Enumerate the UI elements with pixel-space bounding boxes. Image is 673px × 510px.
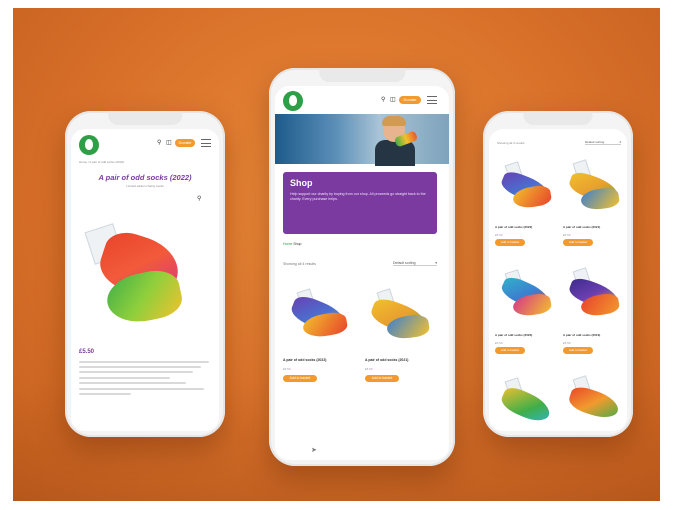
shop-screen: ⚲ ◫ Donate Shop Help support our charity… (275, 86, 449, 460)
product-card[interactable]: A pair of odd socks (2021) £5.50 Add to … (563, 157, 627, 257)
sock-red (566, 383, 622, 423)
product-price: £5.50 (283, 367, 291, 371)
product-name[interactable]: A pair of odd socks (2021) (365, 358, 408, 362)
product-image[interactable] (563, 265, 627, 327)
menu-icon[interactable] (201, 139, 211, 147)
product-price: £5.50 (563, 233, 571, 237)
phone-notch (523, 111, 593, 125)
add-to-basket-button[interactable]: Add to basket (563, 239, 593, 246)
product-card[interactable] (495, 373, 559, 431)
product-image[interactable] (365, 288, 437, 348)
product-price: £5.50 (365, 367, 373, 371)
product-screen: ⚲ ◫ Donate Home / A pair of odd socks (2… (71, 129, 219, 431)
breadcrumb-home[interactable]: Home (283, 242, 292, 246)
sort-select-value: Default sorting (585, 140, 605, 144)
phone-shop-grid: Showing all 4 results Default sorting ▾ … (483, 111, 633, 437)
add-to-basket-button[interactable]: Add to basket (495, 347, 525, 354)
breadcrumb: Home Shop (283, 242, 302, 246)
search-icon[interactable]: ⚲ (381, 96, 385, 103)
site-header: ⚲ ◫ Donate (71, 129, 219, 157)
chevron-down-icon: ▾ (619, 140, 621, 144)
product-card[interactable]: A pair of odd socks (2022) £5.50 Add to … (283, 282, 355, 402)
basket-icon[interactable]: ◫ (166, 139, 172, 146)
hero-banner (275, 114, 449, 166)
logo-icon[interactable] (79, 135, 99, 155)
product-image[interactable] (563, 373, 627, 431)
product-card[interactable]: A pair of odd socks (2021) £5.50 Add to … (365, 282, 437, 402)
product-price: £5.50 (563, 341, 571, 345)
product-image[interactable] (495, 265, 559, 327)
logo-icon[interactable] (283, 91, 303, 111)
product-subtitle: Limited edition charity socks (126, 184, 164, 188)
shop-intro-box: Shop Help support our charity by buying … (283, 172, 437, 234)
product-description (79, 361, 209, 398)
product-image[interactable] (495, 157, 559, 219)
search-icon[interactable]: ⚲ (157, 139, 161, 146)
results-count: Showing all 4 results (283, 262, 316, 266)
sort-select[interactable]: Default sorting ▾ (393, 261, 437, 266)
breadcrumb[interactable]: Home / A pair of odd socks (2022) (79, 160, 124, 164)
banner-child-body (375, 140, 415, 166)
menu-icon[interactable] (427, 96, 437, 104)
shop-description: Help support our charity by buying from … (290, 192, 426, 202)
product-card[interactable]: A pair of odd socks (2019) £5.50 Add to … (563, 265, 627, 365)
zoom-icon[interactable]: ⚲ (197, 195, 201, 202)
product-name[interactable]: A pair of odd socks (2022) (495, 225, 532, 229)
site-header: ⚲ ◫ Donate (275, 86, 449, 114)
product-image[interactable] (283, 288, 355, 348)
product-price: £5.50 (495, 341, 503, 345)
sock-yellow (498, 383, 554, 427)
donate-button[interactable]: Donate (399, 96, 421, 104)
product-name[interactable]: A pair of odd socks (2020) (495, 333, 532, 337)
donate-button[interactable]: Donate (175, 139, 195, 147)
product-name[interactable]: A pair of odd socks (2021) (563, 225, 600, 229)
chevron-down-icon: ▾ (435, 261, 437, 265)
breadcrumb-current: Shop (293, 242, 302, 246)
add-to-basket-button[interactable]: Add to basket (495, 239, 525, 246)
sort-select-value: Default sorting (393, 261, 416, 265)
grid-screen: Showing all 4 results Default sorting ▾ … (489, 129, 627, 431)
product-card[interactable]: A pair of odd socks (2022) £5.50 Add to … (495, 157, 559, 257)
results-count: Showing all 4 results (497, 141, 525, 145)
product-card[interactable] (563, 373, 627, 431)
product-name[interactable]: A pair of odd socks (2019) (563, 333, 600, 337)
product-title: A pair of odd socks (2022) (98, 173, 192, 182)
banner-child-hair (382, 116, 406, 126)
phone-notch (319, 68, 405, 82)
product-image[interactable] (563, 157, 627, 219)
basket-icon[interactable]: ◫ (390, 96, 396, 103)
product-image[interactable] (79, 221, 199, 331)
product-price: £5.50 (79, 349, 95, 355)
product-name[interactable]: A pair of odd socks (2022) (283, 358, 326, 362)
product-image[interactable] (495, 373, 559, 431)
product-card[interactable]: A pair of odd socks (2020) £5.50 Add to … (495, 265, 559, 365)
add-to-basket-button[interactable]: Add to basket (283, 375, 317, 382)
phone-notch (108, 111, 182, 125)
shop-title: Shop (290, 178, 313, 188)
add-to-basket-button[interactable]: Add to basket (563, 347, 593, 354)
pointer-icon: ➤ (311, 447, 317, 454)
add-to-basket-button[interactable]: Add to basket (365, 375, 399, 382)
sort-select[interactable]: Default sorting ▾ (585, 140, 621, 145)
phone-shop-page: ⚲ ◫ Donate Shop Help support our charity… (269, 68, 455, 466)
phone-product-page: ⚲ ◫ Donate Home / A pair of odd socks (2… (65, 111, 225, 437)
product-price: £5.50 (495, 233, 503, 237)
product-mockup-scene: ⚲ ◫ Donate Home / A pair of odd socks (2… (13, 8, 660, 501)
